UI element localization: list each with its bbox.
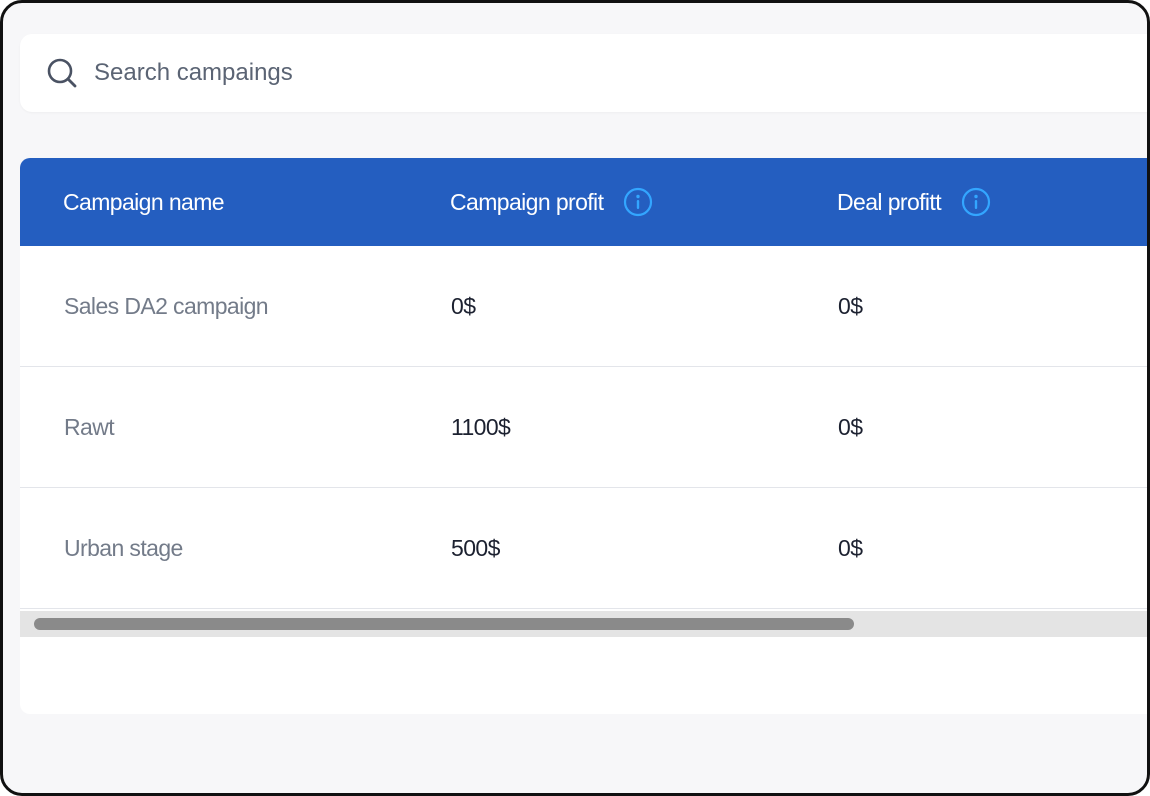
campaign-profit-cell: 1100$ bbox=[451, 414, 511, 440]
horizontal-scrollbar[interactable] bbox=[20, 611, 1147, 637]
info-icon[interactable] bbox=[961, 187, 991, 217]
table-row[interactable]: Rawt 1100$ 0$ bbox=[20, 367, 1147, 488]
app-window: Campaign name Campaign profit Deal profi… bbox=[0, 0, 1150, 796]
deal-profit-cell: 0$ bbox=[838, 293, 863, 319]
column-header-label: Campaign profit bbox=[450, 188, 604, 215]
campaign-profit-cell: 500$ bbox=[451, 535, 500, 561]
search-icon bbox=[46, 57, 78, 89]
campaigns-table: Campaign name Campaign profit Deal profi… bbox=[20, 158, 1147, 714]
scrollbar-thumb[interactable] bbox=[34, 618, 854, 630]
deal-profit-cell: 0$ bbox=[838, 414, 863, 440]
table-row[interactable]: Urban stage 500$ 0$ bbox=[20, 488, 1147, 609]
campaign-name-cell: Urban stage bbox=[64, 535, 183, 561]
search-input[interactable] bbox=[92, 58, 696, 88]
column-header-label: Deal profitt bbox=[837, 188, 942, 215]
info-icon[interactable] bbox=[623, 187, 653, 217]
deal-profit-cell: 0$ bbox=[838, 535, 863, 561]
column-header-campaign-profit[interactable]: Campaign profit bbox=[450, 158, 653, 246]
campaign-name-cell: Sales DA2 campaign bbox=[64, 293, 269, 319]
column-header-deal-profit[interactable]: Deal profitt bbox=[837, 158, 991, 246]
campaign-profit-cell: 0$ bbox=[451, 293, 476, 319]
table-header: Campaign name Campaign profit Deal profi… bbox=[20, 158, 1147, 246]
search-bar[interactable] bbox=[20, 34, 1147, 112]
campaign-name-cell: Rawt bbox=[64, 414, 115, 440]
table-row[interactable]: Sales DA2 campaign 0$ 0$ bbox=[20, 246, 1147, 367]
column-header-campaign-name[interactable]: Campaign name bbox=[63, 158, 225, 246]
column-header-label: Campaign name bbox=[63, 188, 225, 215]
